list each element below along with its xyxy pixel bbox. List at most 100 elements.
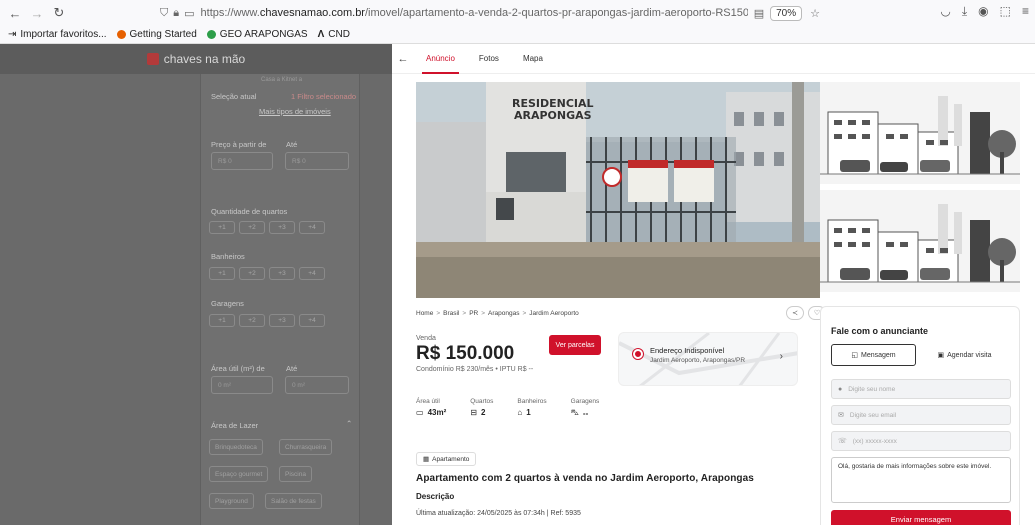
firefox-icon [116,30,126,39]
calendar-icon: ▣ [937,352,945,359]
rooms-label: Quantidade de quartos [211,207,288,216]
send-message-button[interactable]: Enviar mensagem [831,510,1011,525]
breadcrumb-item[interactable]: Arapongas [488,310,519,317]
garage-option[interactable]: +4 [299,314,325,327]
leisure-tag[interactable]: Salão de festas [265,493,322,509]
feature-rooms: Quartos ⊟ 2 [470,398,494,417]
breadcrumb-item[interactable]: PR [469,310,478,317]
breadcrumb-item[interactable]: Brasil [443,310,459,317]
main-photo[interactable]: RESIDENCIAL ARAPONGAS [416,82,820,298]
site-logo-icon [146,53,159,65]
pocket-icon[interactable]: ◡ [940,4,950,19]
lock-icon: 🔒︎ [173,6,180,19]
ruler-icon: ▭ [416,408,424,417]
area-from-label: Área útil (m²) de [211,364,265,373]
feature-baths: Banheiros ⌂ 1 [517,398,547,417]
leisure-label: Área de Lazer [211,421,259,430]
baths-option[interactable]: +2 [239,267,265,280]
feature-garage: Garagens ⛍ -- [570,398,600,418]
shower-icon: ⌂ [517,408,523,417]
placeholder-photo[interactable] [820,82,1020,184]
message-textarea[interactable]: Olá, gostaria de mais informações sobre … [831,457,1011,503]
reader-view-icon[interactable]: ▤ [754,7,764,20]
selection-label: Seleção atual [211,92,257,101]
breadcrumb-item[interactable]: Home [416,310,433,317]
breadcrumb-item[interactable]: Jardim Aeroporto [529,310,579,317]
garage-option[interactable]: +3 [269,314,295,327]
price-min-input[interactable]: R$ 0 [211,152,273,170]
site-logo-text: chaves na mão [163,52,246,66]
forward-arrow-icon[interactable]: → [26,2,48,24]
price: R$ 150.000 [416,343,515,364]
menu-icon[interactable]: ≡ [1022,4,1029,19]
selection-value[interactable]: 1 Filtro selecionado [291,92,356,101]
leisure-tag[interactable]: Playground [209,493,254,509]
baths-label: Banheiros [211,252,245,261]
breadcrumb: Home > Brasil > PR > Arapongas > Jardim Aero… [416,310,579,317]
listing-title: Apartamento com 2 quartos à venda no Jar… [416,473,754,484]
name-field[interactable]: ● Digite seu nome [831,379,1011,399]
address-bar[interactable]: ⛉ 🔒︎ ▭ https://www.chavesnamao.com.br/im… [160,3,820,23]
listing-modal: ← Anúncio Fotos Mapa RESIDENCIAL ARAPONG… [392,44,1035,525]
building-icon: ▦ [423,456,430,463]
chevron-up-icon[interactable]: ⌃ [346,419,352,428]
area-max-input[interactable]: 0 m² [285,376,349,394]
back-arrow-icon[interactable]: ← [392,53,414,65]
garage-option[interactable]: +2 [239,314,265,327]
map-pin-icon [633,349,643,359]
breadcrumb-separator: > [522,310,527,317]
reload-icon[interactable]: ↻ [48,2,70,24]
rooms-option[interactable]: +4 [299,221,325,234]
building-illustration-icon [820,190,1020,292]
tab-message[interactable]: ◱ Mensagem [831,344,916,366]
area-min-input[interactable]: 0 m² [211,376,273,394]
user-icon: ● [838,385,843,393]
download-icon[interactable]: ⤓ [962,4,967,19]
bookmark-getting-started[interactable]: Getting Started [116,29,197,40]
placeholder-photo[interactable] [820,190,1020,292]
leisure-tag[interactable]: Espaço gourmet [209,466,269,482]
contact-form: Fale com o anunciante ◱ Mensagem ▣ Agendar… [820,306,1020,525]
property-type-tag: ▦ Apartamento [416,452,477,466]
breadcrumb-separator: > [481,310,486,317]
rooms-option[interactable]: +2 [239,221,265,234]
rooms-option[interactable]: +3 [269,221,295,234]
leisure-tag[interactable]: Piscina [279,466,312,482]
email-field[interactable]: ✉ Digite seu email [831,405,1011,425]
leisure-tag[interactable]: Brinquedoteca [209,439,263,455]
tab-mapa[interactable]: Mapa [511,44,555,74]
bookmark-geo-arapongas[interactable]: GEO ARAPONGAS [206,29,308,40]
modal-tab-bar: ← Anúncio Fotos Mapa [392,44,1035,74]
bookmark-import[interactable]: ⇥ Importar favoritos... [8,29,107,40]
import-icon: ⇥ [8,29,17,40]
tab-schedule-visit[interactable]: ▣ Agendar visita [922,344,1007,366]
building-illustration-icon [820,82,1020,184]
baths-option[interactable]: +4 [299,267,325,280]
gate-photo-illustration [416,82,820,298]
baths-option[interactable]: +3 [269,267,295,280]
geo-icon [206,30,216,39]
tab-fotos[interactable]: Fotos [467,44,511,74]
share-button[interactable]: ≺ [786,306,804,320]
phone-field[interactable]: ☏ (xx) xxxxx-xxxx [831,431,1011,451]
tab-anuncio[interactable]: Anúncio [414,44,467,74]
back-arrow-icon[interactable]: ← [4,2,26,24]
price-from-label: Preço à partir de [211,140,267,149]
installments-button[interactable]: Ver parcelas [549,335,601,355]
rooms-option[interactable]: +1 [209,221,235,234]
baths-option[interactable]: +1 [209,267,235,280]
zoom-badge[interactable]: 70% [770,5,803,21]
bookmark-star-icon[interactable]: ☆ [810,7,820,20]
sale-label: Venda [416,335,436,342]
price-max-input[interactable]: R$ 0 [285,152,349,170]
extensions-icon[interactable]: ⬚ [1000,4,1011,19]
bookmark-cnd[interactable]: Λ CND [318,29,350,40]
contact-title: Fale com o anunciante [831,326,929,336]
account-icon[interactable]: ◉ [978,4,988,19]
leisure-tag[interactable]: Churrasqueira [279,439,333,455]
garage-label: Garagens [211,299,244,308]
address-card[interactable]: Endereço Indisponível Jardim Aeroporto, … [618,332,798,386]
more-types-link[interactable]: Mais tipos de imóveis [259,107,331,116]
cnd-logo-icon: Λ [317,29,325,40]
garage-option[interactable]: +1 [209,314,235,327]
